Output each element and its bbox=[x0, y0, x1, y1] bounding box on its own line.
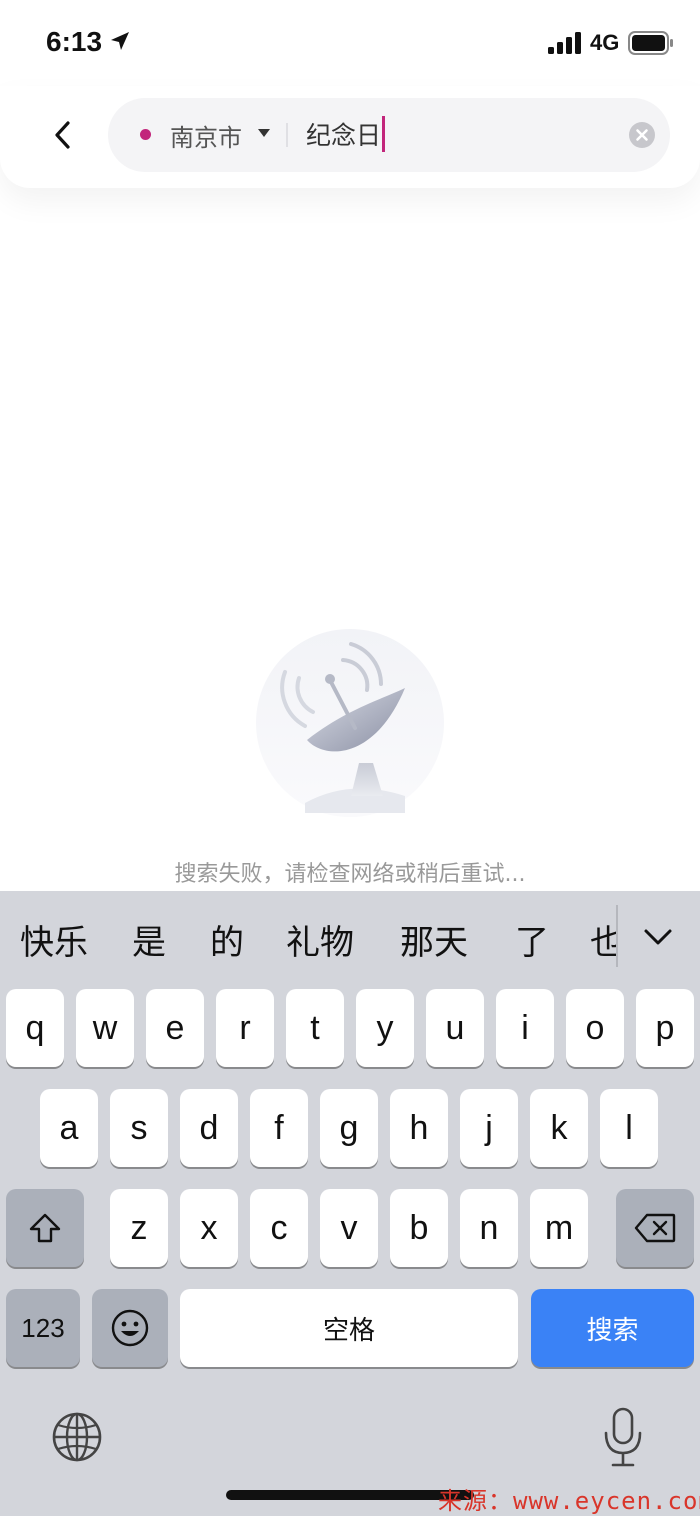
key-a[interactable]: a bbox=[40, 1089, 98, 1167]
delete-key[interactable] bbox=[616, 1189, 694, 1267]
key-x[interactable]: x bbox=[180, 1189, 238, 1267]
shift-key[interactable] bbox=[6, 1189, 84, 1267]
search-divider bbox=[286, 123, 288, 147]
location-arrow-icon bbox=[111, 32, 129, 50]
key-e[interactable]: e bbox=[146, 989, 204, 1067]
candidate-separator bbox=[616, 905, 618, 967]
candidate-word[interactable]: 也 bbox=[590, 915, 618, 964]
emoji-key[interactable] bbox=[92, 1289, 168, 1367]
key-m[interactable]: m bbox=[530, 1189, 588, 1267]
watermark-text: 来源：www.eycen.com bbox=[438, 1487, 700, 1515]
status-bar: 6:13 4G bbox=[0, 0, 700, 86]
globe-icon[interactable] bbox=[50, 1410, 104, 1464]
key-u[interactable]: u bbox=[426, 989, 484, 1067]
empty-state-message: 搜索失败，请检查网络或稍后重试... bbox=[174, 862, 526, 887]
search-header: 南京市 纪念日 bbox=[0, 86, 700, 188]
numbers-key[interactable]: 123 bbox=[6, 1289, 80, 1367]
search-key[interactable]: 搜索 bbox=[531, 1289, 694, 1367]
key-f[interactable]: f bbox=[250, 1089, 308, 1167]
candidate-list: 快乐 是 的 礼物 那天 了 也 bbox=[0, 891, 618, 987]
key-i[interactable]: i bbox=[496, 989, 554, 1067]
shift-icon bbox=[29, 1213, 61, 1243]
candidate-word[interactable]: 是 bbox=[132, 915, 166, 964]
search-query-text: 纪念日 bbox=[306, 121, 382, 150]
search-input[interactable]: 纪念日 bbox=[306, 116, 386, 152]
key-z[interactable]: z bbox=[110, 1189, 168, 1267]
key-t[interactable]: t bbox=[286, 989, 344, 1067]
search-box[interactable]: 南京市 纪念日 bbox=[108, 98, 670, 172]
home-indicator bbox=[226, 1490, 474, 1500]
battery-icon bbox=[628, 31, 673, 55]
cellular-signal-icon bbox=[548, 32, 581, 54]
key-r[interactable]: r bbox=[216, 989, 274, 1067]
key-w[interactable]: w bbox=[76, 989, 134, 1067]
key-o[interactable]: o bbox=[566, 989, 624, 1067]
chevron-left-icon bbox=[55, 121, 70, 149]
backspace-icon bbox=[634, 1213, 676, 1243]
emoji-icon bbox=[111, 1309, 149, 1347]
chevron-down-icon[interactable] bbox=[636, 915, 680, 959]
key-s[interactable]: s bbox=[110, 1089, 168, 1167]
candidate-bar: 快乐 是 的 礼物 那天 了 也 bbox=[0, 891, 700, 987]
key-g[interactable]: g bbox=[320, 1089, 378, 1167]
key-h[interactable]: h bbox=[390, 1089, 448, 1167]
satellite-dish-icon bbox=[256, 629, 444, 817]
status-time: 6:13 bbox=[46, 26, 103, 57]
key-l[interactable]: l bbox=[600, 1089, 658, 1167]
caret-down-icon[interactable] bbox=[258, 129, 270, 137]
key-v[interactable]: v bbox=[320, 1189, 378, 1267]
key-y[interactable]: y bbox=[356, 989, 414, 1067]
candidate-word[interactable]: 了 bbox=[515, 915, 549, 964]
microphone-icon[interactable] bbox=[602, 1407, 644, 1469]
key-k[interactable]: k bbox=[530, 1089, 588, 1167]
city-selector[interactable]: 南京市 bbox=[170, 118, 242, 153]
clear-input-icon[interactable] bbox=[629, 122, 655, 148]
network-type-label: 4G bbox=[590, 30, 620, 55]
key-n[interactable]: n bbox=[460, 1189, 518, 1267]
keyboard: 快乐 是 的 礼物 那天 了 也 q w e r t y u i o p a s… bbox=[0, 891, 700, 1516]
key-q[interactable]: q bbox=[6, 989, 64, 1067]
key-b[interactable]: b bbox=[390, 1189, 448, 1267]
key-c[interactable]: c bbox=[250, 1189, 308, 1267]
key-j[interactable]: j bbox=[460, 1089, 518, 1167]
location-dot-icon bbox=[140, 129, 151, 140]
key-d[interactable]: d bbox=[180, 1089, 238, 1167]
candidate-word[interactable]: 那天 bbox=[400, 915, 468, 964]
space-key[interactable]: 空格 bbox=[180, 1289, 518, 1367]
candidate-word[interactable]: 快乐 bbox=[20, 915, 88, 964]
key-p[interactable]: p bbox=[636, 989, 694, 1067]
text-cursor bbox=[382, 116, 386, 152]
candidate-word[interactable]: 的 bbox=[210, 915, 244, 964]
candidate-word[interactable]: 礼物 bbox=[286, 915, 354, 964]
back-button[interactable] bbox=[36, 108, 90, 162]
